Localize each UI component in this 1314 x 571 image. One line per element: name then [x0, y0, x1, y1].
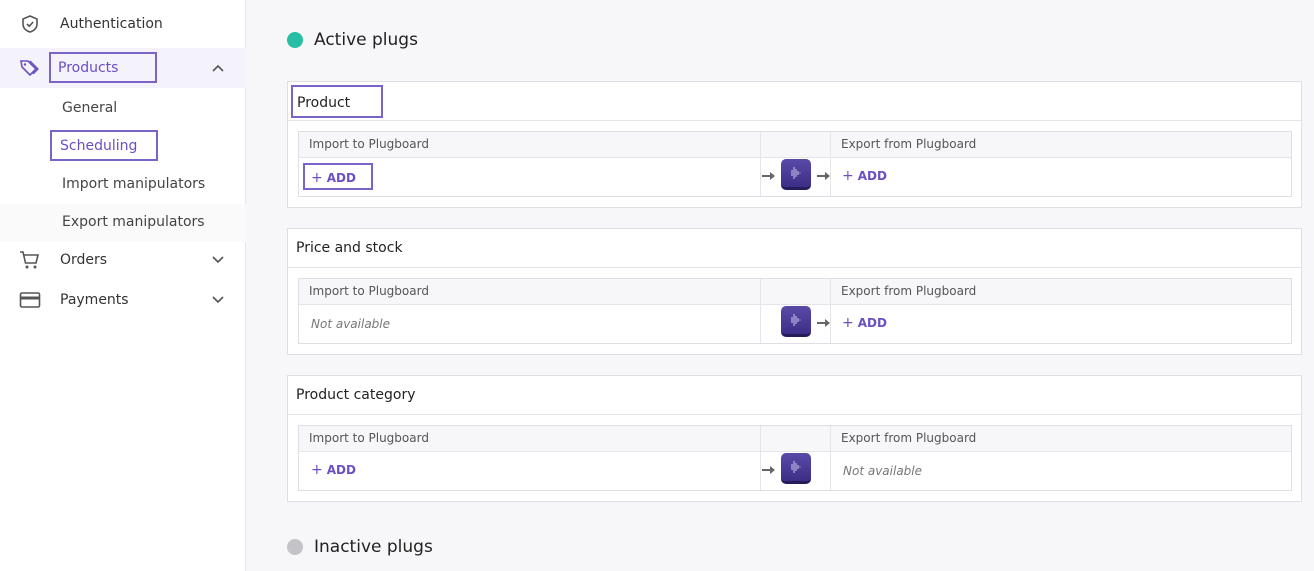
card-title-bar: Price and stock	[288, 229, 1301, 268]
sidebar-subitem-export-manipulators[interactable]: Export manipulators	[0, 204, 246, 242]
card-title: Product category	[296, 387, 416, 403]
plus-icon: +	[842, 315, 854, 331]
plug-table-header: Import to Plugboard Export from Plugboar…	[299, 132, 1291, 158]
import-column-header: Import to Plugboard	[309, 431, 429, 445]
export-column-header: Export from Plugboard	[841, 284, 977, 298]
credit-card-icon	[19, 289, 41, 311]
plus-icon: +	[311, 170, 323, 186]
plugboard-logo-icon	[781, 159, 811, 190]
chevron-down-icon[interactable]	[211, 253, 225, 267]
plugboard-logo-icon	[781, 453, 811, 484]
plus-icon: +	[842, 168, 854, 184]
arrow-right-icon	[762, 466, 775, 474]
section-title: Active plugs	[314, 30, 418, 50]
column-divider	[830, 426, 831, 490]
sidebar-subitem-label: Import manipulators	[62, 176, 206, 192]
sidebar-item-orders[interactable]: Orders	[0, 240, 246, 280]
sidebar-item-payments[interactable]: Payments	[0, 280, 246, 320]
inactive-plugs-header: Inactive plugs	[287, 537, 433, 557]
section-title: Inactive plugs	[314, 537, 433, 557]
column-divider	[760, 132, 761, 196]
column-divider	[830, 132, 831, 196]
plug-table: Import to Plugboard Export from Plugboar…	[298, 131, 1292, 197]
sidebar-item-label: Authentication	[60, 16, 163, 32]
sidebar-item-label: Payments	[60, 292, 129, 308]
tag-icon	[19, 57, 41, 79]
export-add-button[interactable]: + ADD	[842, 168, 887, 184]
arrow-right-icon	[817, 319, 830, 327]
card-title: Price and stock	[296, 240, 403, 256]
plug-table-header: Import to Plugboard Export from Plugboar…	[299, 426, 1291, 452]
import-add-button[interactable]: + ADD	[303, 163, 373, 190]
active-plugs-header: Active plugs	[287, 30, 418, 50]
cart-icon	[19, 249, 41, 271]
plugboard-logo-icon	[781, 306, 811, 337]
plug-table: Import to Plugboard Export from Plugboar…	[298, 425, 1292, 491]
arrow-right-icon	[762, 172, 775, 180]
inactive-status-dot	[287, 539, 303, 555]
chevron-down-icon[interactable]	[211, 293, 225, 307]
sidebar-subitem-import-manipulators[interactable]: Import manipulators	[0, 166, 246, 204]
add-label: ADD	[326, 171, 356, 185]
plug-table-header: Import to Plugboard Export from Plugboar…	[299, 279, 1291, 305]
sidebar-subitem-label: General	[62, 100, 118, 116]
products-highlight[interactable]: Products	[49, 52, 157, 83]
plug-table: Import to Plugboard Export from Plugboar…	[298, 278, 1292, 344]
add-link: + ADD	[311, 170, 356, 186]
sidebar-subitem-label: Scheduling	[60, 138, 138, 154]
chevron-up-icon[interactable]	[211, 61, 225, 75]
plus-icon: +	[311, 462, 323, 478]
sidebar-subitem-general[interactable]: General	[0, 90, 246, 128]
sidebar: Authentication Products General Scheduli…	[0, 0, 246, 571]
card-title-bar: Product category	[288, 376, 1301, 415]
add-label: ADD	[326, 463, 356, 477]
export-column-header: Export from Plugboard	[841, 137, 977, 151]
sidebar-item-authentication[interactable]: Authentication	[0, 4, 246, 44]
shield-check-icon	[19, 13, 41, 35]
export-column-header: Export from Plugboard	[841, 431, 977, 445]
sidebar-subitem-scheduling[interactable]: Scheduling	[50, 130, 158, 161]
plug-card-price-and-stock: Price and stock Import to Plugboard Expo…	[287, 228, 1302, 355]
sidebar-item-label: Orders	[60, 252, 108, 268]
column-divider	[760, 279, 761, 343]
export-add-button[interactable]: + ADD	[842, 315, 887, 331]
card-title: Product	[297, 95, 351, 111]
plug-card-product: Product Import to Plugboard Export from …	[287, 81, 1302, 208]
column-divider	[830, 279, 831, 343]
add-label: ADD	[857, 316, 887, 330]
add-label: ADD	[857, 169, 887, 183]
card-title-highlight: Product	[291, 85, 383, 118]
active-status-dot	[287, 32, 303, 48]
column-divider	[760, 426, 761, 490]
sidebar-item-label: Products	[58, 60, 119, 76]
import-column-header: Import to Plugboard	[309, 284, 429, 298]
import-not-available: Not available	[311, 317, 391, 331]
import-column-header: Import to Plugboard	[309, 137, 429, 151]
export-not-available: Not available	[843, 464, 923, 478]
card-title-bar	[288, 82, 1301, 121]
import-add-button[interactable]: + ADD	[311, 462, 356, 478]
sidebar-subitem-label: Export manipulators	[62, 214, 205, 230]
plug-card-product-category: Product category Import to Plugboard Exp…	[287, 375, 1302, 502]
arrow-right-icon	[817, 172, 830, 180]
